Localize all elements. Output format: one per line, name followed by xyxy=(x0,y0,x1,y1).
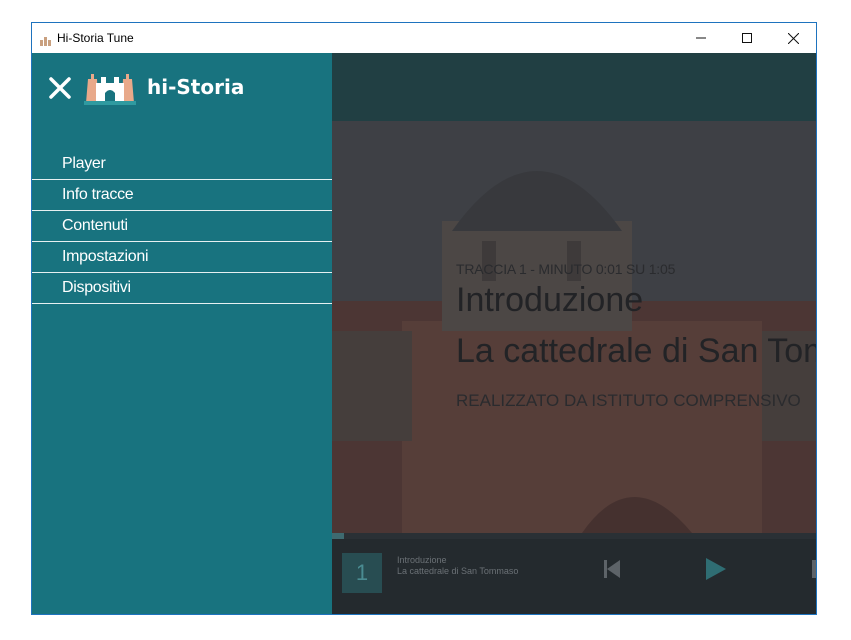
sidebar-item-dispositivi[interactable]: Dispositivi xyxy=(32,273,332,304)
sidebar-header: hi-Storia xyxy=(32,53,332,121)
sidebar-item-impostazioni[interactable]: Impostazioni xyxy=(32,242,332,273)
window-title: Hi-Storia Tune xyxy=(57,31,134,45)
cathedral-image: TRACCIA 1 - MINUTO 0:01 SU 1:05 Introduz… xyxy=(332,121,816,533)
title-bar[interactable]: Hi-Storia Tune xyxy=(32,23,816,53)
window-controls xyxy=(678,23,816,53)
track-meta: TRACCIA 1 - MINUTO 0:01 SU 1:05 xyxy=(456,261,676,277)
app-content: TRACCIA 1 - MINUTO 0:01 SU 1:05 Introduz… xyxy=(32,53,816,614)
next-control-edge[interactable] xyxy=(810,557,816,581)
sidebar-item-info-tracce[interactable]: Info tracce xyxy=(32,180,332,211)
mini-track-subtitle: La cattedrale di San Tommaso xyxy=(397,566,519,576)
brand-name: hi-Storia xyxy=(147,75,245,99)
track-title: Introduzione xyxy=(456,281,644,319)
sidebar-item-player[interactable]: Player xyxy=(32,149,332,180)
sidebar-menu: Player Info tracce Contenuti Impostazion… xyxy=(32,149,332,304)
track-author: REALIZZATO DA ISTITUTO COMPRENSIVO xyxy=(456,391,801,410)
skip-previous-icon[interactable] xyxy=(600,557,624,581)
app-window: Hi-Storia Tune TRACCIA 1 - MINUTO 0:01 S… xyxy=(31,22,817,615)
close-icon[interactable] xyxy=(49,77,71,99)
play-icon[interactable] xyxy=(704,557,728,581)
sidebar: hi-Storia Player Info tracce Contenuti I… xyxy=(32,53,332,614)
player-area: TRACCIA 1 - MINUTO 0:01 SU 1:05 Introduz… xyxy=(332,53,816,614)
mini-player: 1 Introduzione La cattedrale di San Tomm… xyxy=(332,539,816,614)
maximize-icon[interactable] xyxy=(724,23,770,53)
castle-logo-icon xyxy=(84,67,136,105)
player-header xyxy=(332,53,816,121)
sidebar-item-contenuti[interactable]: Contenuti xyxy=(32,211,332,242)
minimize-icon[interactable] xyxy=(678,23,724,53)
close-icon[interactable] xyxy=(770,23,816,53)
track-number: 1 xyxy=(342,553,382,593)
app-icon xyxy=(37,30,53,46)
track-info: TRACCIA 1 - MINUTO 0:01 SU 1:05 Introduz… xyxy=(456,261,816,411)
mini-track-title: Introduzione xyxy=(397,555,447,565)
track-subtitle: La cattedrale di San Tommaso xyxy=(456,332,816,370)
